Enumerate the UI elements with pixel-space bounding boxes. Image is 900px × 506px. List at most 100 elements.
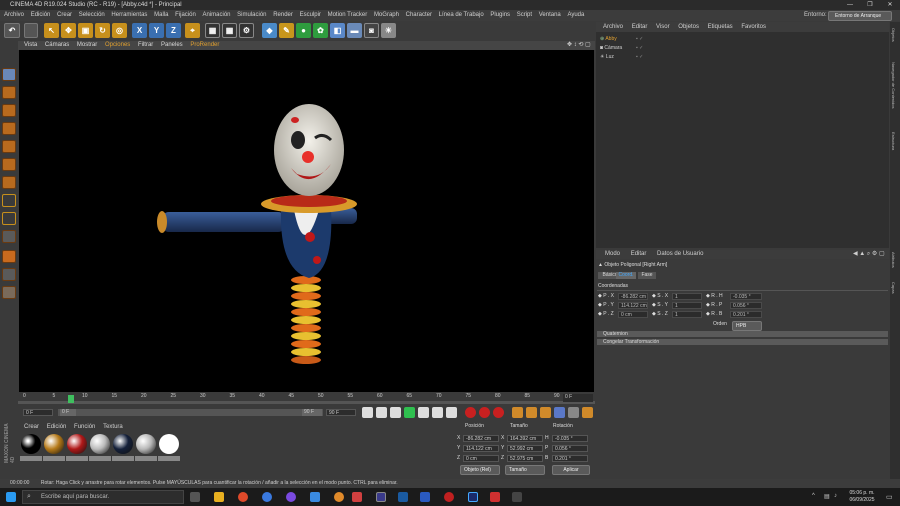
visibility-dots[interactable]: ▪ ✓ — [636, 44, 643, 52]
maximize-button[interactable]: ❐ — [860, 0, 880, 10]
recent-tools-icon[interactable]: ◎ — [112, 23, 127, 38]
pen-icon[interactable]: ✎ — [279, 23, 294, 38]
viewport-menu-prorender[interactable]: ProRender — [190, 42, 219, 48]
viewport-menu-paneles[interactable]: Paneles — [161, 42, 183, 48]
edge-icon[interactable] — [262, 492, 272, 502]
next-frame-icon[interactable] — [418, 407, 429, 418]
material-menu-crear[interactable]: Crear — [24, 424, 39, 430]
go-to-start-icon[interactable] — [362, 407, 373, 418]
x-axis-icon[interactable]: X — [132, 23, 147, 38]
previous-frame-icon[interactable] — [390, 407, 401, 418]
snap-icon[interactable] — [2, 230, 16, 243]
material-name-2[interactable] — [43, 456, 65, 461]
object-menu-favoritos[interactable]: Favoritos — [741, 24, 766, 30]
attr-px-field[interactable]: -86.282 cm — [618, 293, 648, 300]
menu-esculpir[interactable]: Esculpir — [300, 12, 321, 18]
object-menu-objetos[interactable]: Objetos — [678, 24, 699, 30]
workplane-icon[interactable] — [2, 122, 16, 135]
menu-linea-de-trabajo[interactable]: Línea de Trabajo — [439, 12, 484, 18]
menu-crear[interactable]: Crear — [57, 12, 72, 18]
polygons-mode-icon[interactable] — [2, 176, 16, 189]
right-tab-atributos[interactable]: Atributos — [891, 252, 896, 268]
coord-pos-x[interactable]: -86.282 cm — [463, 435, 499, 442]
points-mode-icon[interactable] — [2, 140, 16, 153]
material-menu-funcion[interactable]: Función — [74, 424, 95, 430]
right-tab-objetos[interactable]: Objetos — [891, 28, 896, 42]
attr-nav-icons[interactable]: ◀ ▲ ⌕ ⚙ ▢ — [853, 250, 885, 259]
material-swatch-6[interactable] — [136, 434, 156, 454]
edges-mode-icon[interactable] — [2, 158, 16, 171]
attr-py-field[interactable]: 114.122 cm — [618, 302, 648, 309]
app-icon-purple[interactable] — [286, 492, 296, 502]
coord-size-z[interactable]: 52.975 cm — [507, 455, 543, 462]
attr-tab-fase[interactable]: Fase — [638, 272, 656, 279]
photoshop-icon[interactable] — [468, 492, 478, 502]
light-icon[interactable]: ☀ — [381, 23, 396, 38]
tray-chevron-icon[interactable]: ^ — [812, 493, 815, 499]
coord-pos-z[interactable]: 0 cm — [463, 455, 499, 462]
previous-key-icon[interactable] — [376, 407, 387, 418]
volume-icon[interactable]: ♪ — [834, 493, 837, 499]
object-menu-etiquetas[interactable]: Etiquetas — [708, 24, 733, 30]
viewport-menu-opciones[interactable]: Opciones — [105, 42, 130, 48]
render-view-icon[interactable]: ▦ — [205, 23, 220, 38]
clock-date[interactable]: 06/09/2025 — [845, 497, 879, 503]
clock-time[interactable]: 05:06 p. m. — [845, 490, 879, 496]
menu-mograph[interactable]: MoGraph — [374, 12, 399, 18]
object-menu-editar[interactable]: Editar — [632, 24, 648, 30]
timeline-menu-icon[interactable] — [582, 407, 593, 418]
attr-menu-editar[interactable]: Editar — [631, 251, 647, 257]
coord-pos-y[interactable]: 114.122 cm — [463, 445, 499, 452]
environment-select[interactable]: Entorno de Arranque — [828, 11, 892, 21]
app-icon-blue[interactable] — [310, 492, 320, 502]
menu-motion-tracker[interactable]: Motion Tracker — [328, 12, 368, 18]
coord-size-y[interactable]: 52.992 cm — [507, 445, 543, 452]
menu-archivo[interactable]: Archivo — [4, 12, 24, 18]
material-swatch-4[interactable] — [90, 434, 110, 454]
object-item-luz[interactable]: ☀ Luz ▪ ✓ — [600, 53, 660, 61]
material-name-5[interactable] — [112, 456, 134, 461]
subdivision-icon[interactable]: ● — [296, 23, 311, 38]
attr-tab-coord[interactable]: Coord. — [616, 272, 636, 279]
menu-herramientas[interactable]: Herramientas — [111, 12, 147, 18]
go-to-end-icon[interactable] — [446, 407, 457, 418]
texture-mode-icon[interactable] — [2, 104, 16, 117]
material-swatch-5[interactable] — [113, 434, 133, 454]
axis-mode-icon[interactable] — [2, 194, 16, 207]
attr-sx-field[interactable]: 1 — [672, 293, 702, 300]
taskbar-search-box[interactable]: ⌕ Escribe aquí para buscar. — [22, 490, 184, 504]
material-swatch-1[interactable] — [21, 434, 41, 454]
viewport-menu-filtrar[interactable]: Filtrar — [138, 42, 153, 48]
word-icon[interactable] — [420, 492, 430, 502]
blender-icon[interactable] — [334, 492, 344, 502]
menu-render[interactable]: Render — [273, 12, 293, 18]
rotation-key-icon[interactable] — [540, 407, 551, 418]
cube-icon[interactable]: ◆ — [262, 23, 277, 38]
viewport-menu-vista[interactable]: Vista — [24, 42, 37, 48]
tweak-icon[interactable] — [2, 212, 16, 225]
minimize-button[interactable]: — — [840, 0, 860, 10]
attr-sy-field[interactable]: 1 — [672, 302, 702, 309]
next-key-icon[interactable] — [432, 407, 443, 418]
object-item-camara[interactable]: ◙ Cámara ▪ ✓ — [600, 44, 660, 52]
coord-rot-p[interactable]: 0.056 ° — [552, 445, 588, 452]
render-settings-icon[interactable]: ⚙ — [239, 23, 254, 38]
coord-size-select[interactable]: Tamaño — [505, 465, 545, 475]
attr-rh-field[interactable]: -0.035 ° — [730, 293, 762, 300]
keyframe-selection-icon[interactable] — [493, 407, 504, 418]
material-name-3[interactable] — [66, 456, 88, 461]
clapper-icon[interactable] — [512, 492, 522, 502]
file-explorer-icon[interactable] — [214, 492, 224, 502]
position-key-icon[interactable] — [512, 407, 523, 418]
coord-size-x[interactable]: 164.392 cm — [507, 435, 543, 442]
visual-studio-icon[interactable] — [398, 492, 408, 502]
viewport-menu-mostrar[interactable]: Mostrar — [77, 42, 97, 48]
render-picture-viewer-icon[interactable]: ▦ — [222, 23, 237, 38]
live-select-icon[interactable]: ↖ — [44, 23, 59, 38]
select-icon[interactable] — [24, 23, 38, 38]
network-icon[interactable]: ▤ — [824, 493, 830, 500]
frame-range-slider[interactable] — [58, 409, 323, 416]
material-name-1[interactable] — [20, 456, 42, 461]
attr-section-freeze-transformation[interactable]: Congelar Transformación — [597, 339, 888, 345]
scale-icon[interactable]: ▣ — [78, 23, 93, 38]
